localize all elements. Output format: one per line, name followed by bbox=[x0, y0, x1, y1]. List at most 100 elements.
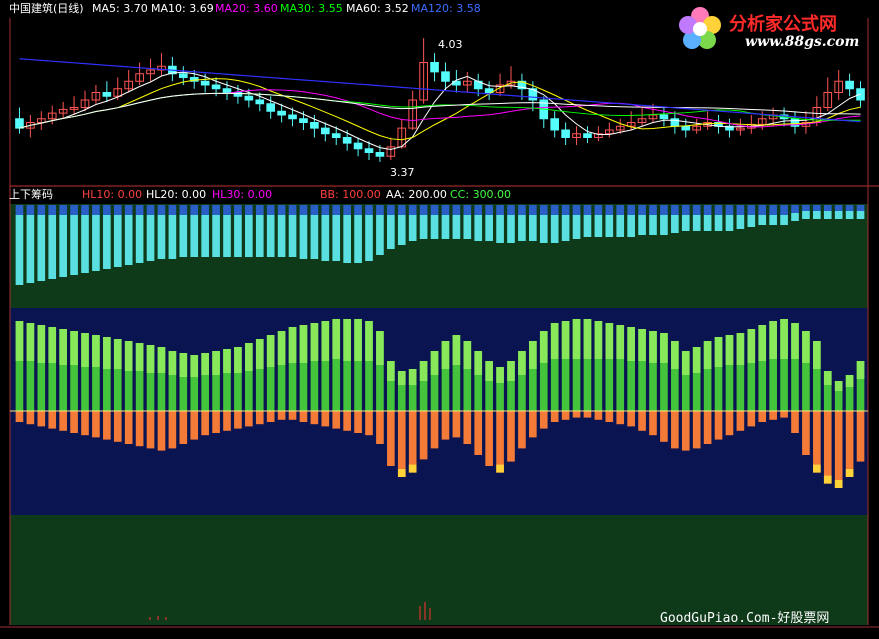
orange-bar bbox=[223, 411, 231, 431]
orange-bar bbox=[780, 411, 788, 418]
green-top-bar bbox=[48, 327, 57, 363]
candle-body bbox=[15, 118, 24, 129]
orange-bar bbox=[48, 411, 57, 429]
blue-cap-bar bbox=[671, 205, 679, 215]
cyan-bar bbox=[92, 215, 100, 271]
green-top-bar bbox=[103, 337, 111, 369]
cc-legend: CC: 300.00 bbox=[450, 188, 512, 201]
orange-bar bbox=[310, 411, 319, 425]
cyan-bar bbox=[354, 215, 362, 263]
cyan-bar bbox=[572, 215, 581, 239]
bb-legend: BB: 100.00 bbox=[320, 188, 381, 201]
green-top-bar bbox=[605, 323, 614, 359]
orange-bar bbox=[583, 411, 592, 418]
blue-cap-bar bbox=[37, 205, 46, 215]
yellow-tip-bar bbox=[813, 464, 821, 473]
blue-cap-bar bbox=[310, 205, 319, 215]
candle-body bbox=[266, 103, 276, 112]
orange-bar bbox=[113, 411, 122, 442]
cyan-bar bbox=[856, 211, 865, 219]
candle-body bbox=[342, 137, 352, 144]
green-top-bar bbox=[747, 329, 756, 363]
blue-cap-bar bbox=[507, 205, 515, 215]
candle-body bbox=[375, 152, 385, 157]
cyan-bar bbox=[441, 215, 450, 239]
cyan-bar bbox=[496, 215, 504, 243]
green-top-bar bbox=[594, 321, 603, 359]
candle-body bbox=[561, 129, 570, 138]
orange-bar bbox=[201, 411, 209, 436]
green-top-bar bbox=[288, 327, 297, 363]
cyan-bar bbox=[638, 215, 646, 235]
orange-bar bbox=[397, 411, 406, 477]
yellow-tip-bar bbox=[845, 469, 854, 477]
stock-title: 中国建筑(日线) bbox=[9, 2, 84, 15]
cyan-bar bbox=[266, 215, 275, 257]
green-top-bar bbox=[299, 325, 308, 363]
cyan-bar bbox=[376, 215, 384, 255]
blue-cap-bar bbox=[441, 205, 450, 215]
blue-cap-bar bbox=[780, 205, 788, 215]
green-top-bar bbox=[190, 355, 199, 377]
blue-cap-bar bbox=[638, 205, 646, 215]
ma20-legend: MA20: 3.60 bbox=[215, 2, 278, 15]
blue-cap-bar bbox=[288, 205, 297, 215]
orange-bar bbox=[747, 411, 756, 427]
orange-bar bbox=[856, 411, 865, 462]
blue-cap-bar bbox=[452, 205, 461, 215]
orange-bar bbox=[714, 411, 723, 440]
orange-bar bbox=[660, 411, 668, 442]
blue-cap-bar bbox=[681, 205, 690, 215]
green-top-bar bbox=[113, 339, 122, 369]
orange-bar bbox=[736, 411, 745, 431]
blue-cap-bar bbox=[387, 205, 395, 215]
cyan-bar bbox=[70, 215, 78, 275]
green-top-bar bbox=[223, 349, 231, 373]
logo-url: www.88gs.com bbox=[745, 34, 860, 50]
orange-bar bbox=[26, 411, 35, 425]
blue-cap-bar bbox=[70, 205, 78, 215]
blue-cap-bar bbox=[649, 205, 657, 215]
green-top-bar bbox=[397, 371, 406, 385]
green-top-bar bbox=[703, 341, 712, 369]
green-top-bar bbox=[419, 361, 428, 381]
green-top-bar bbox=[124, 341, 133, 371]
candle-body bbox=[550, 118, 560, 131]
cyan-bar bbox=[343, 215, 351, 263]
footer-watermark: GoodGuPiao.Com-好股票网 bbox=[660, 611, 830, 626]
blue-cap-bar bbox=[758, 205, 767, 215]
orange-bar bbox=[59, 411, 67, 431]
orange-bar bbox=[255, 411, 264, 425]
blue-cap-bar bbox=[616, 205, 625, 215]
green-top-bar bbox=[845, 375, 854, 387]
green-top-bar bbox=[277, 331, 286, 365]
blue-cap-bar bbox=[474, 205, 483, 215]
green-top-bar bbox=[638, 329, 646, 361]
cyan-bar bbox=[179, 215, 188, 257]
cyan-bar bbox=[747, 215, 756, 227]
orange-bar bbox=[550, 411, 559, 422]
orange-bar bbox=[649, 411, 657, 436]
orange-bar bbox=[277, 411, 286, 420]
green-top-bar bbox=[583, 319, 592, 359]
cyan-bar bbox=[823, 211, 832, 219]
green-top-bar bbox=[681, 351, 690, 375]
green-top-bar bbox=[561, 321, 570, 359]
blue-cap-bar bbox=[26, 205, 35, 215]
blue-cap-bar bbox=[572, 205, 581, 215]
chart-canvas bbox=[0, 18, 879, 628]
cyan-bar bbox=[681, 215, 690, 231]
cyan-bar bbox=[48, 215, 57, 279]
orange-bar bbox=[823, 411, 832, 484]
orange-bar bbox=[124, 411, 133, 444]
blue-cap-bar bbox=[419, 205, 428, 215]
candle-body bbox=[441, 71, 450, 82]
orange-bar bbox=[441, 411, 450, 440]
ma10-legend: MA10: 3.69 bbox=[151, 2, 214, 15]
blue-cap-bar bbox=[408, 205, 417, 215]
green-top-bar bbox=[365, 321, 373, 361]
green-top-bar bbox=[780, 319, 788, 359]
yellow-tip-bar bbox=[397, 469, 406, 477]
blue-cap-bar bbox=[365, 205, 373, 215]
orange-bar bbox=[245, 411, 253, 427]
